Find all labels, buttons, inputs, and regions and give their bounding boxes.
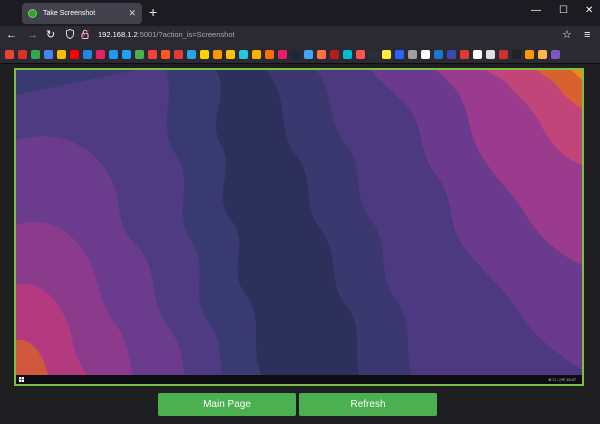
bookmark-favicon-icon[interactable] [18,50,27,59]
title-bar: Take Screenshot ✕ + — ☐ ✕ [0,0,600,26]
bookmark-favicon-icon[interactable] [122,50,131,59]
bookmark-favicon-icon[interactable] [525,50,534,59]
desktop-taskbar: ⊕ ☐ ◁ ✉ 19:47 [16,375,582,384]
bookmark-favicon-icon[interactable] [317,50,326,59]
bookmark-favicon-icon[interactable] [57,50,66,59]
insecure-lock-icon[interactable] [81,29,89,44]
minimize-icon[interactable]: — [531,5,541,17]
bookmark-favicon-icon[interactable] [252,50,261,59]
url-host: 192.168.1.2 [98,30,138,39]
close-window-icon[interactable]: ✕ [585,5,593,17]
new-tab-icon[interactable]: + [149,5,157,19]
bookmark-favicon-icon[interactable] [174,50,183,59]
bookmark-favicon-icon[interactable] [213,50,222,59]
bookmark-favicon-icon[interactable] [187,50,196,59]
bookmark-favicon-icon[interactable] [200,50,209,59]
bookmark-favicon-icon[interactable] [304,50,313,59]
screenshot-preview: ⊕ ☐ ◁ ✉ 19:47 [14,68,584,386]
bookmark-favicon-icon[interactable] [512,50,521,59]
bookmark-favicon-icon[interactable] [44,50,53,59]
bookmark-favicon-icon[interactable] [538,50,547,59]
bookmark-favicon-icon[interactable] [395,50,404,59]
url-path: :5001/?action_is=Screenshot [137,30,235,39]
bookmark-favicon-icon[interactable] [447,50,456,59]
bookmark-favicon-icon[interactable] [70,50,79,59]
bookmark-favicon-icon[interactable] [239,50,248,59]
bookmarks-toolbar [0,46,600,64]
tab-close-icon[interactable]: ✕ [128,9,136,18]
bookmark-favicon-icon[interactable] [226,50,235,59]
url-bar[interactable]: 192.168.1.2:5001/?action_is=Screenshot [64,28,574,44]
bookmark-favicon-icon[interactable] [408,50,417,59]
bookmark-favicon-icon[interactable] [434,50,443,59]
forward-icon[interactable]: → [27,29,38,42]
tab-take-screenshot[interactable]: Take Screenshot ✕ [22,3,142,24]
bookmark-favicon-icon[interactable] [486,50,495,59]
bookmark-favicon-icon[interactable] [343,50,352,59]
url-text[interactable]: 192.168.1.2:5001/?action_is=Screenshot [98,30,235,39]
bookmark-favicon-icon[interactable] [330,50,339,59]
bookmark-favicon-icon[interactable] [265,50,274,59]
maximize-icon[interactable]: ☐ [559,5,568,17]
bookmark-favicon-icon[interactable] [83,50,92,59]
bookmark-favicon-icon[interactable] [135,50,144,59]
bookmark-favicon-icon[interactable] [499,50,508,59]
main-page-button[interactable]: Main Page [158,393,296,416]
bookmark-favicon-icon[interactable] [369,50,378,59]
menu-icon[interactable]: ≡ [584,29,590,42]
bookmark-favicon-icon[interactable] [473,50,482,59]
navigation-bar: ← → ↻ 192.168.1.2:5001/?action_is=Screen… [0,26,600,46]
bookmark-favicon-icon[interactable] [148,50,157,59]
bookmark-favicon-icon[interactable] [382,50,391,59]
reload-icon[interactable]: ↻ [46,29,55,42]
back-icon[interactable]: ← [6,29,17,42]
bookmark-star-icon[interactable]: ☆ [562,29,572,42]
bookmark-favicon-icon[interactable] [291,50,300,59]
bookmark-favicon-icon[interactable] [109,50,118,59]
bookmark-favicon-icon[interactable] [96,50,105,59]
bookmark-favicon-icon[interactable] [356,50,365,59]
bookmark-favicon-icon[interactable] [161,50,170,59]
bookmark-favicon-icon[interactable] [460,50,469,59]
bookmark-favicon-icon[interactable] [5,50,14,59]
tab-title: Take Screenshot [43,10,96,17]
tab-favicon-icon [28,9,37,18]
desktop-wallpaper [16,70,582,384]
bookmark-favicon-icon[interactable] [421,50,430,59]
bookmark-favicon-icon[interactable] [31,50,40,59]
windows-start-icon [19,377,24,382]
shield-icon[interactable] [66,28,74,44]
refresh-button[interactable]: Refresh [299,393,437,416]
system-tray: ⊕ ☐ ◁ ✉ 19:47 [548,377,576,382]
bookmark-favicon-icon[interactable] [278,50,287,59]
bookmark-favicon-icon[interactable] [551,50,560,59]
